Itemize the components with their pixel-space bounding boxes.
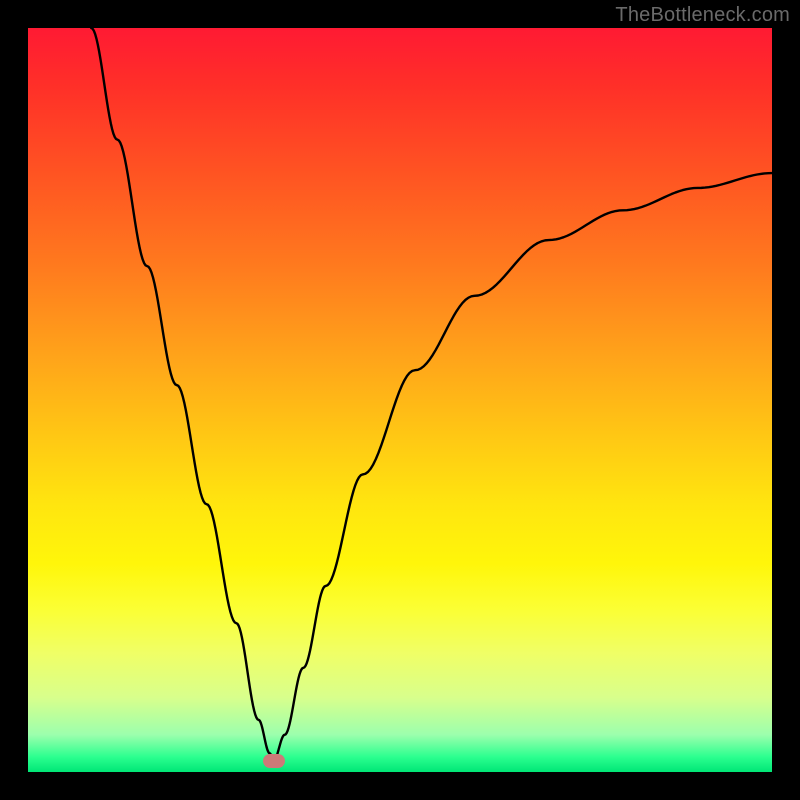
watermark-text: TheBottleneck.com	[615, 4, 790, 27]
bottleneck-curve	[28, 28, 772, 772]
cusp-marker	[263, 754, 285, 768]
chart-stage: TheBottleneck.com	[0, 0, 800, 800]
plot-area	[28, 28, 772, 772]
